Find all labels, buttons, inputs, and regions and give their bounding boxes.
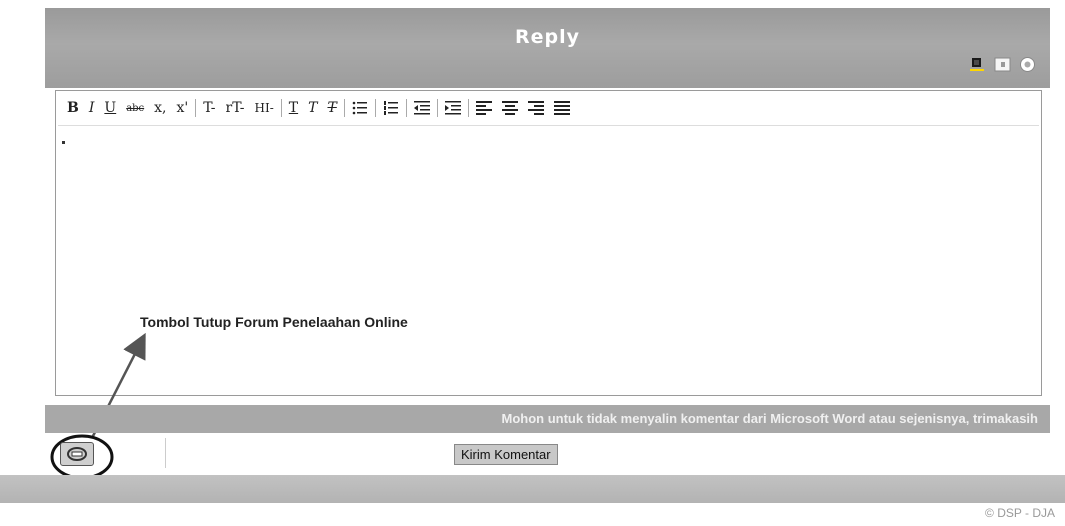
highlight-button[interactable]: T — [303, 98, 322, 118]
submit-comment-button[interactable]: Kirim Komentar — [454, 444, 558, 465]
comment-text-area[interactable] — [58, 125, 1039, 393]
vertical-divider — [165, 438, 166, 468]
underline-button[interactable]: U — [99, 98, 121, 118]
align-right-icon[interactable] — [523, 98, 549, 118]
header-icon-group — [969, 56, 1036, 73]
annotation-label: Tombol Tutup Forum Penelaahan Online — [140, 314, 408, 330]
footer-bar — [0, 475, 1065, 503]
reply-header: Reply — [45, 8, 1050, 88]
copy-notice: Mohon untuk tidak menyalin komentar dari… — [45, 405, 1050, 433]
align-center-icon[interactable] — [497, 98, 523, 118]
toolbar-separator — [280, 99, 282, 117]
bullet-list-icon[interactable] — [347, 98, 373, 118]
numbered-list-icon[interactable] — [378, 98, 404, 118]
subscript-button[interactable]: x, — [149, 98, 171, 118]
text-cursor — [62, 141, 65, 144]
align-justify-icon[interactable] — [549, 98, 575, 118]
italic-button[interactable]: I — [84, 98, 100, 118]
close-forum-button[interactable] — [60, 442, 94, 466]
user-icon[interactable] — [969, 56, 986, 73]
action-row: Kirim Komentar — [45, 436, 1050, 470]
editor-toolbar: B I U abc x, x' T- rT- HI- T T T — [62, 96, 575, 120]
bold-button[interactable]: B — [62, 98, 84, 118]
outdent-icon[interactable] — [409, 98, 435, 118]
reply-title: Reply — [514, 26, 580, 48]
help-icon[interactable] — [1019, 56, 1036, 73]
superscript-button[interactable]: x' — [172, 98, 194, 118]
toolbar-separator — [467, 99, 469, 117]
indent-icon[interactable] — [440, 98, 466, 118]
font-size-dropdown[interactable]: T- — [198, 98, 220, 118]
clear-format-button[interactable]: T — [322, 98, 341, 118]
toolbar-separator — [405, 99, 407, 117]
strikethrough-button[interactable]: abc — [121, 98, 149, 118]
toolbar-separator — [343, 99, 345, 117]
toolbar-separator — [374, 99, 376, 117]
heading-dropdown[interactable]: HI- — [250, 98, 279, 118]
toolbar-separator — [195, 99, 197, 117]
close-icon — [67, 447, 87, 461]
font-family-dropdown[interactable]: rT- — [221, 98, 250, 118]
toolbar-separator — [436, 99, 438, 117]
align-left-icon[interactable] — [471, 98, 497, 118]
copyright-text: © DSP - DJA — [985, 506, 1055, 520]
comment-editor: B I U abc x, x' T- rT- HI- T T T — [55, 90, 1042, 396]
document-icon[interactable] — [994, 56, 1011, 73]
text-color-button[interactable]: T — [284, 98, 303, 118]
